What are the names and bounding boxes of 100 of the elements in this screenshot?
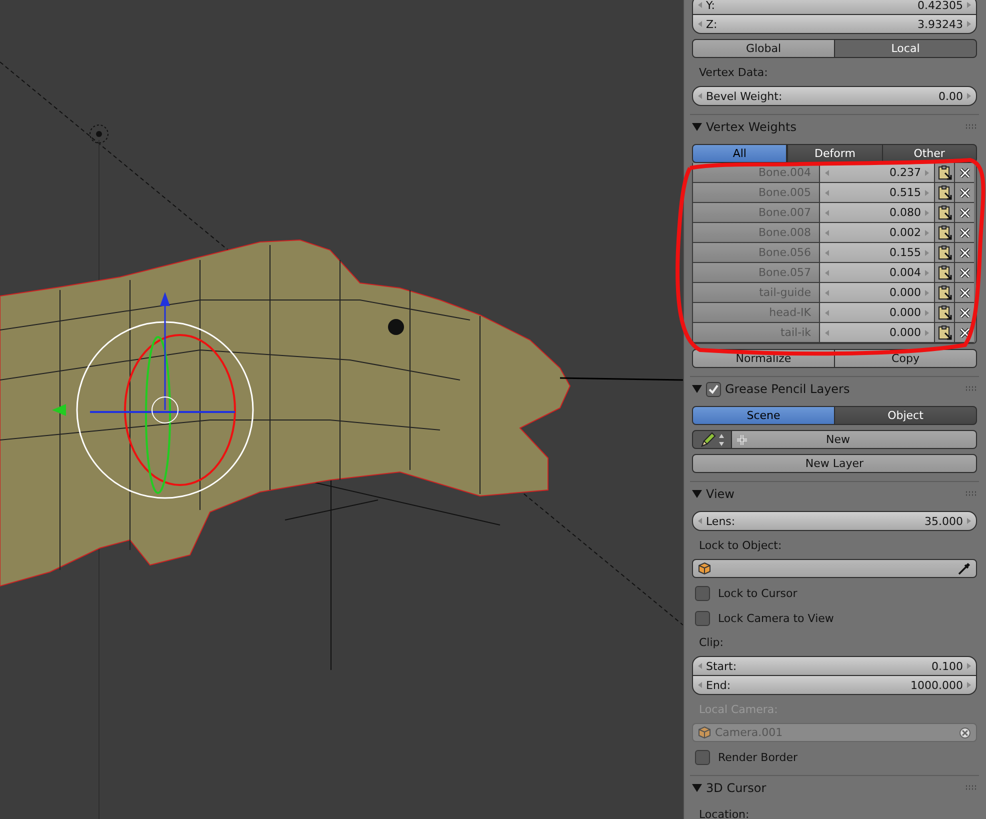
button[interactable]: New Layer [692, 454, 977, 473]
paste-button[interactable] [934, 243, 954, 263]
increment-arrow-icon [967, 682, 971, 688]
weight-field[interactable]: 0.000 [820, 323, 934, 343]
number-field[interactable]: Y: 0.42305 [692, 0, 977, 15]
remove-button[interactable] [954, 223, 974, 243]
increment-arrow-icon [925, 170, 929, 176]
toggle-button[interactable]: Global [692, 39, 835, 58]
group-name-cell: Bone.008 [693, 223, 820, 243]
close-icon [958, 186, 970, 198]
weight-field[interactable]: 0.080 [820, 203, 934, 223]
up-down-arrow-icon [718, 432, 724, 446]
increment-arrow-icon [967, 518, 971, 524]
close-icon [958, 246, 970, 258]
decrement-arrow-icon [698, 93, 702, 99]
weight-field[interactable]: 0.000 [820, 283, 934, 303]
checkbox[interactable] [695, 750, 710, 765]
decrement-arrow-icon [698, 2, 702, 8]
group-name-cell: Bone.056 [693, 243, 820, 263]
panel-title[interactable]: Vertex Weights [706, 120, 796, 134]
weight-field[interactable]: 0.004 [820, 263, 934, 283]
close-icon [958, 226, 970, 238]
group-name-cell: tail-guide [693, 283, 820, 303]
field-label: Location: [698, 806, 750, 819]
close-icon [958, 166, 970, 178]
remove-button[interactable] [954, 203, 974, 223]
field-label: Vertex Data: [698, 64, 769, 80]
paste-button[interactable] [934, 203, 954, 223]
decrement-arrow-icon [698, 21, 702, 27]
remove-button[interactable] [954, 163, 974, 183]
clipboard-icon [936, 264, 952, 280]
number-field[interactable]: End: 1000.000 [692, 676, 977, 695]
tab[interactable]: Object [835, 406, 977, 425]
paste-button[interactable] [934, 263, 954, 283]
drag-grip-icon [965, 785, 977, 791]
clipboard-icon [936, 204, 952, 220]
panel-title[interactable]: 3D Cursor [706, 781, 766, 795]
increment-arrow-icon [967, 93, 971, 99]
number-field[interactable]: Z: 3.93243 [692, 15, 977, 34]
decrement-arrow-icon [825, 270, 829, 276]
drag-grip-icon [965, 491, 977, 497]
remove-button[interactable] [954, 303, 974, 323]
field-label: Lock to Object: [698, 538, 783, 554]
increment-arrow-icon [925, 190, 929, 196]
close-icon [958, 206, 970, 218]
lamp-icon [90, 124, 108, 144]
object-field[interactable] [692, 559, 977, 578]
decrement-arrow-icon [825, 330, 829, 336]
group-name-cell: tail-ik [693, 323, 820, 343]
group-name-cell: head-IK [693, 303, 820, 323]
weight-field[interactable]: 0.002 [820, 223, 934, 243]
close-icon [958, 326, 970, 338]
clipboard-icon [936, 164, 952, 180]
paste-button[interactable] [934, 223, 954, 243]
paste-button[interactable] [934, 163, 954, 183]
clipboard-icon [936, 224, 952, 240]
increment-arrow-icon [925, 230, 929, 236]
number-field[interactable]: Start: 0.100 [692, 656, 977, 676]
increment-arrow-icon [925, 210, 929, 216]
checkbox[interactable] [695, 611, 710, 626]
decrement-arrow-icon [825, 230, 829, 236]
checkbox[interactable] [695, 586, 710, 601]
weight-field[interactable]: 0.155 [820, 243, 934, 263]
number-field[interactable]: Bevel Weight: 0.00 [692, 86, 977, 106]
decrement-arrow-icon [825, 210, 829, 216]
increment-arrow-icon [925, 250, 929, 256]
weight-field[interactable]: 0.000 [820, 303, 934, 323]
new-button[interactable]: New [732, 430, 977, 449]
paste-button[interactable] [934, 323, 954, 343]
browse-button[interactable] [692, 430, 732, 449]
tab[interactable]: Deform [787, 144, 883, 163]
eyedropper-icon [957, 562, 971, 576]
checkbox-label: Lock to Cursor [718, 587, 798, 600]
number-field[interactable]: Lens: 35.000 [692, 511, 977, 531]
tab[interactable]: Scene [692, 406, 835, 425]
group-name-cell: Bone.005 [693, 183, 820, 203]
checkbox-label: Render Border [718, 751, 798, 764]
decrement-arrow-icon [825, 310, 829, 316]
paste-button[interactable] [934, 303, 954, 323]
group-name-cell: Bone.057 [693, 263, 820, 283]
tab[interactable]: All [692, 144, 788, 163]
remove-button[interactable] [954, 263, 974, 283]
panel-title[interactable]: Grease Pencil Layers [725, 382, 850, 396]
pencil-icon [700, 432, 716, 448]
weight-field[interactable]: 0.515 [820, 183, 934, 203]
toggle-button[interactable]: Local [835, 39, 977, 58]
checkbox[interactable] [706, 382, 721, 396]
panel-title[interactable]: View [706, 487, 734, 501]
remove-button[interactable] [954, 283, 974, 303]
clipboard-icon [936, 304, 952, 320]
close-icon [958, 286, 970, 298]
decrement-arrow-icon [825, 190, 829, 196]
paste-button[interactable] [934, 183, 954, 203]
increment-arrow-icon [925, 270, 929, 276]
cube-icon [698, 562, 711, 575]
clipboard-icon [936, 324, 952, 340]
increment-arrow-icon [967, 663, 971, 669]
remove-button[interactable] [954, 183, 974, 203]
paste-button[interactable] [934, 283, 954, 303]
remove-button[interactable] [954, 243, 974, 263]
